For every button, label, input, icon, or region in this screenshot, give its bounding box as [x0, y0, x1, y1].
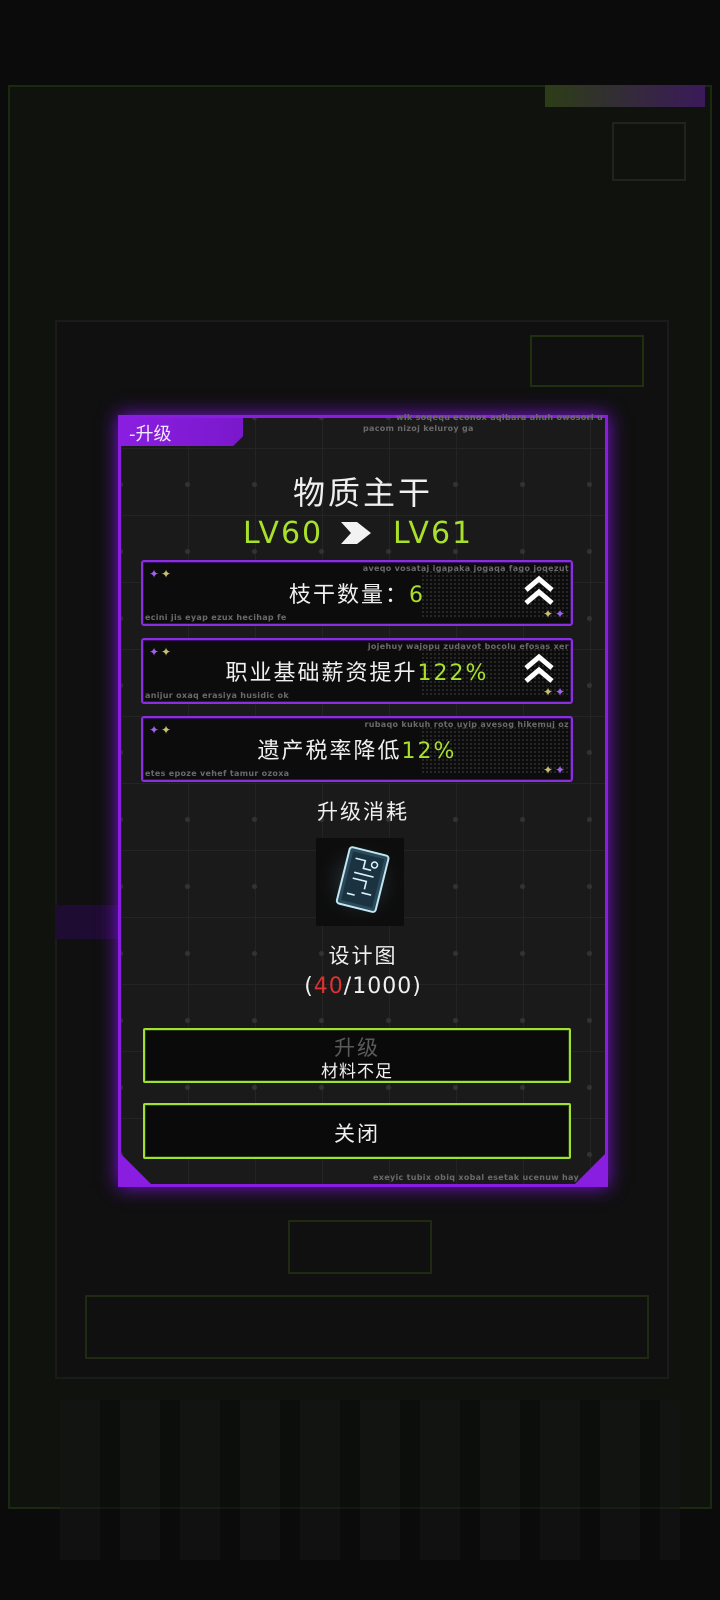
level-from: LV60 [243, 516, 324, 551]
item-name: 设计图 [328, 944, 398, 968]
dialog-title: 物质主干 [292, 474, 433, 512]
stat-value: 6 [409, 583, 425, 608]
level-change: LV60 LV61 [121, 516, 605, 556]
stat-row-salary-boost: ✦ ✦ ✦ ✦ jojehuy wajopu zudavot bocolu ef… [141, 638, 573, 704]
blueprint-item[interactable] [316, 838, 404, 926]
arrow-right-icon [341, 522, 371, 544]
stat-value: 12% [401, 739, 457, 764]
background-grid [60, 1400, 680, 1560]
item-count-open: ( [304, 974, 314, 999]
item-need: /1000) [343, 974, 422, 999]
item-have: 40 [313, 974, 344, 999]
double-chevron-up-icon [524, 576, 554, 605]
sparkle-icon: ✦ [542, 685, 553, 699]
stat-label-text: 职业基础薪资提升 [225, 661, 418, 686]
sparkle-icon: ✦ [542, 607, 553, 621]
background-button [288, 1220, 432, 1274]
close-button[interactable]: 关闭 [143, 1103, 571, 1159]
deco-text: aveqo vosataj igapaka jogaqa fago joqezu… [362, 564, 569, 573]
sparkle-icon: ✦ [554, 763, 565, 777]
close-button-label: 关闭 [334, 1122, 380, 1146]
stat-row-branch-count: ✦ ✦ ✦ ✦ aveqo vosataj igapaka jogaqa fag… [141, 560, 573, 626]
stat-label: 职业基础薪资提升122% [143, 655, 571, 687]
sparkle-icon: ✦ [542, 763, 553, 777]
stat-label-text: 遗产税率降低 [257, 739, 402, 764]
deco-text: anijur oxaq erasiya husidic ok [145, 691, 289, 700]
stat-label: 枝干数量：6 [143, 577, 571, 609]
sparkle-icon: ✦ [554, 607, 565, 621]
upgrade-dialog: -升级 wik soqequ econox aqibara ahuh owoso… [118, 413, 608, 1187]
upgrade-button-sublabel: 材料不足 [321, 1062, 393, 1082]
level-to: LV61 [393, 516, 474, 551]
deco-text: exeyic tubix obiq xobal esetak ucenuw ha… [373, 1173, 579, 1182]
stat-label-text: 枝干数量： [288, 583, 409, 608]
background-back-button [612, 122, 686, 181]
background-button [530, 335, 644, 387]
cost-title: 升级消耗 [317, 800, 409, 824]
stat-label: 遗产税率降低12% [143, 733, 571, 765]
background-button [85, 1295, 649, 1359]
deco-text: jojehuy wajopu zudavot bocolu efosas xer [367, 642, 569, 651]
sparkle-icon: ✦ [554, 685, 565, 699]
dialog-tab-label: -升级 [129, 424, 172, 445]
double-chevron-up-icon [524, 654, 554, 683]
corner-decoration [575, 1154, 605, 1184]
deco-text: pacom nizoj keluroy ga [363, 424, 474, 433]
stat-row-inheritance-tax: ✦ ✦ ✦ ✦ rubaqo kukuh roto uyip avesog hi… [141, 716, 573, 782]
stat-value: 122% [417, 661, 489, 686]
blueprint-icon [316, 838, 404, 926]
deco-text: ecini jis eyap ezux hecihap fe [145, 613, 287, 622]
deco-text: etes epoze vehef tamur ozoxa [145, 769, 290, 778]
deco-text: wik soqequ econox aqibara ahuh owosori u [396, 413, 603, 422]
dialog-tab: -升级 [121, 418, 243, 446]
item-count: (40/1000) [121, 974, 605, 999]
upgrade-button[interactable]: 升级 材料不足 [143, 1028, 571, 1083]
deco-text: rubaqo kukuh roto uyip avesog hikemuj oz [364, 720, 569, 729]
background-badge [545, 85, 705, 107]
